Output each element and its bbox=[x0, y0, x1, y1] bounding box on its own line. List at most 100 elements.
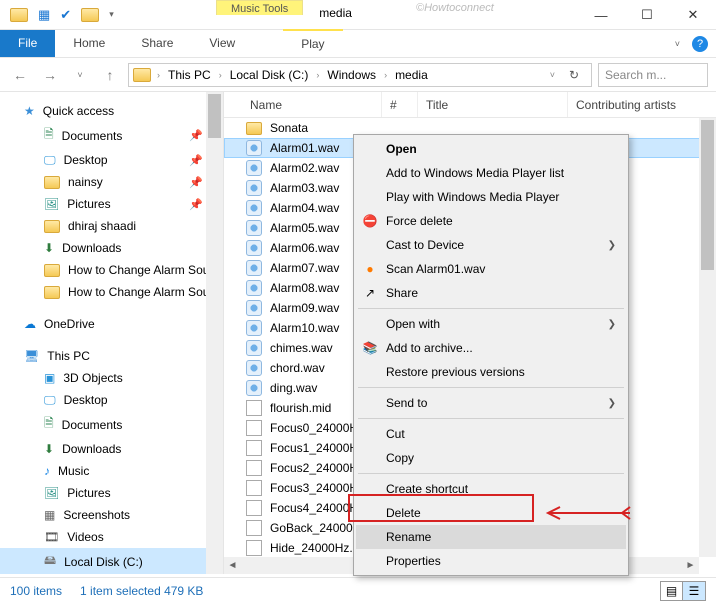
tab-view[interactable]: View bbox=[191, 30, 253, 57]
context-menu: OpenAdd to Windows Media Player listPlay… bbox=[353, 134, 629, 576]
file-name: Alarm09.wav bbox=[270, 301, 339, 315]
context-menu-item[interactable]: Properties bbox=[356, 549, 626, 573]
view-large-icons-button[interactable]: ▤ bbox=[661, 582, 683, 600]
menu-item-label: Open with bbox=[386, 317, 440, 331]
navpane-item-downloads[interactable]: ⬇Downloads bbox=[0, 438, 223, 460]
navpane-item-folder[interactable]: How to Change Alarm Sound on bbox=[0, 259, 223, 281]
navpane-item-screenshots[interactable]: ▦Screenshots bbox=[0, 504, 223, 526]
scroll-left-icon[interactable]: ◄ bbox=[224, 560, 241, 571]
navpane-label: Quick access bbox=[43, 104, 114, 118]
breadcrumb-item[interactable]: Local Disk (C:) bbox=[228, 68, 311, 82]
minimize-button[interactable]: — bbox=[578, 0, 624, 30]
context-menu-item[interactable]: Cast to Device❯ bbox=[356, 233, 626, 257]
breadcrumb-item[interactable]: media bbox=[393, 68, 430, 82]
submenu-arrow-icon: ❯ bbox=[608, 240, 616, 251]
close-button[interactable]: ✕ bbox=[670, 0, 716, 30]
pc-icon: 🖥 bbox=[24, 349, 39, 363]
navpane-item-pictures[interactable]: 🖼Pictures📌 bbox=[0, 193, 223, 215]
navpane-item-pictures[interactable]: 🖼Pictures bbox=[0, 482, 223, 504]
navpane-item-3dobjects[interactable]: ▣3D Objects bbox=[0, 367, 223, 389]
navpane-thispc[interactable]: 🖥 This PC bbox=[0, 345, 223, 367]
column-number[interactable]: # bbox=[382, 92, 418, 117]
breadcrumb-dropdown-icon[interactable]: ˅ bbox=[546, 70, 559, 80]
column-name[interactable]: Name bbox=[242, 92, 382, 117]
navpane-item-videos[interactable]: 🎞Videos bbox=[0, 526, 223, 548]
breadcrumb[interactable]: › This PC › Local Disk (C:) › Windows › … bbox=[128, 63, 592, 87]
back-button[interactable]: ← bbox=[8, 63, 32, 87]
menu-item-label: Restore previous versions bbox=[386, 365, 525, 379]
navpane-label: OneDrive bbox=[44, 317, 95, 331]
qat-customize-icon[interactable]: ▾ bbox=[109, 9, 114, 20]
watermark-text: ©Howtoconnect bbox=[416, 2, 494, 14]
navpane-item-documents[interactable]: 🗎Documents bbox=[0, 411, 223, 438]
navpane-item-documents[interactable]: 🗎Documents📌 bbox=[0, 122, 223, 149]
audio-file-icon bbox=[246, 240, 262, 256]
context-menu-item[interactable]: Copy bbox=[356, 446, 626, 470]
breadcrumb-item[interactable]: This PC bbox=[166, 68, 213, 82]
context-menu-item[interactable]: ●Scan Alarm01.wav bbox=[356, 257, 626, 281]
tab-share[interactable]: Share bbox=[123, 30, 191, 57]
music-icon: ♪ bbox=[44, 464, 50, 478]
file-icon bbox=[246, 520, 262, 536]
view-details-button[interactable]: ☰ bbox=[683, 582, 705, 600]
content-scrollbar[interactable] bbox=[699, 118, 716, 557]
chevron-right-icon[interactable]: › bbox=[312, 70, 323, 80]
navpane-label: Desktop bbox=[64, 153, 108, 167]
chevron-right-icon[interactable]: › bbox=[153, 70, 164, 80]
navpane-item-desktop[interactable]: 🖵Desktop bbox=[0, 389, 223, 411]
context-menu-item[interactable]: Open bbox=[356, 137, 626, 161]
navpane-quick-access[interactable]: ★ Quick access bbox=[0, 100, 223, 122]
chevron-right-icon[interactable]: › bbox=[380, 70, 391, 80]
search-input[interactable]: Search m... bbox=[598, 63, 708, 87]
column-artist[interactable]: Contributing artists bbox=[568, 92, 716, 117]
help-icon[interactable]: ? bbox=[692, 36, 708, 52]
downloads-icon: ⬇ bbox=[44, 241, 54, 255]
context-menu-item[interactable]: 📚Add to archive... bbox=[356, 336, 626, 360]
tab-home[interactable]: Home bbox=[55, 30, 123, 57]
refresh-icon[interactable]: ↻ bbox=[561, 68, 587, 82]
context-menu-item[interactable]: Play with Windows Media Player bbox=[356, 185, 626, 209]
ribbon-expand-icon[interactable]: ˅ bbox=[675, 39, 680, 49]
navpane-item-nainsy[interactable]: nainsy📌 bbox=[0, 171, 223, 193]
file-icon bbox=[246, 400, 262, 416]
navpane-item-folder[interactable]: dhiraj shaadi bbox=[0, 215, 223, 237]
maximize-button[interactable]: ☐ bbox=[624, 0, 670, 30]
navpane-item-downloads[interactable]: ⬇ Downloads bbox=[0, 237, 223, 259]
forward-button[interactable]: → bbox=[38, 63, 62, 87]
column-title[interactable]: Title bbox=[418, 92, 568, 117]
context-menu-item[interactable]: ⛔Force delete bbox=[356, 209, 626, 233]
menu-separator bbox=[358, 308, 624, 309]
navpane-scrollbar[interactable] bbox=[206, 92, 223, 574]
scrollbar-thumb[interactable] bbox=[208, 94, 221, 138]
scrollbar-thumb[interactable] bbox=[701, 120, 714, 270]
scroll-right-icon[interactable]: ► bbox=[682, 560, 699, 571]
context-menu-item[interactable]: Restore previous versions bbox=[356, 360, 626, 384]
navpane-item-localdisk[interactable]: 🖴Local Disk (C:) bbox=[0, 548, 223, 574]
navpane-label: Downloads bbox=[62, 241, 121, 255]
qat-newfolder-icon[interactable] bbox=[81, 8, 99, 22]
menu-item-icon: ● bbox=[362, 261, 378, 277]
qat-checkmark-icon[interactable]: ✔ bbox=[60, 7, 71, 23]
context-menu-item[interactable]: Create shortcut bbox=[356, 477, 626, 501]
navpane-onedrive[interactable]: ☁OneDrive bbox=[0, 313, 223, 335]
context-menu-item[interactable]: Delete bbox=[356, 501, 626, 525]
pin-icon: 📌 bbox=[189, 129, 203, 142]
navpane-label: This PC bbox=[47, 349, 90, 363]
navpane-item-folder[interactable]: How to Change Alarm Sound on bbox=[0, 281, 223, 303]
qat-properties-icon[interactable]: ▦ bbox=[38, 7, 50, 23]
context-menu-item[interactable]: ↗Share bbox=[356, 281, 626, 305]
navpane-item-desktop[interactable]: 🖵Desktop📌 bbox=[0, 149, 223, 171]
breadcrumb-item[interactable]: Windows bbox=[325, 68, 378, 82]
navpane-item-music[interactable]: ♪Music bbox=[0, 460, 223, 482]
context-menu-item[interactable]: Send to❯ bbox=[356, 391, 626, 415]
audio-file-icon bbox=[246, 160, 262, 176]
tab-play[interactable]: Play bbox=[283, 29, 342, 57]
recent-locations-icon[interactable]: ˅ bbox=[68, 63, 92, 87]
file-tab[interactable]: File bbox=[0, 30, 55, 57]
up-button[interactable]: ↑ bbox=[98, 63, 122, 87]
context-menu-item[interactable]: Rename bbox=[356, 525, 626, 549]
context-menu-item[interactable]: Open with❯ bbox=[356, 312, 626, 336]
context-menu-item[interactable]: Cut bbox=[356, 422, 626, 446]
chevron-right-icon[interactable]: › bbox=[215, 70, 226, 80]
context-menu-item[interactable]: Add to Windows Media Player list bbox=[356, 161, 626, 185]
